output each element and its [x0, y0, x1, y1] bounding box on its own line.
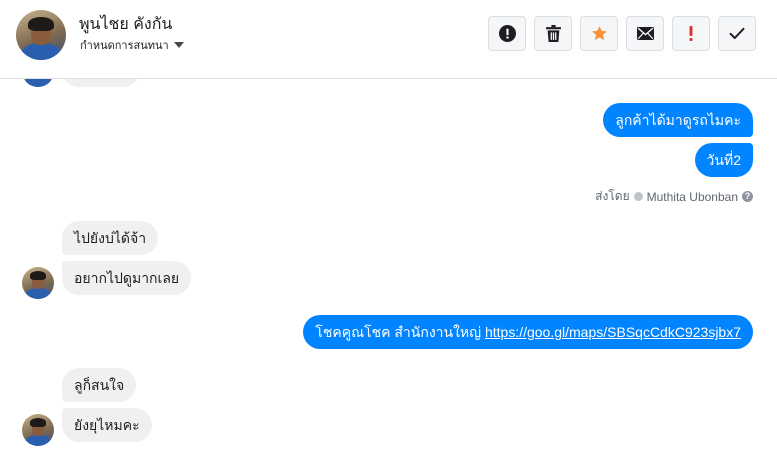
message-bubble-incoming[interactable]: อยากไปดูมากเลย — [62, 261, 192, 295]
message-bubble-incoming[interactable]: ยังยุไหมคะ — [62, 408, 152, 442]
message-text: อยากไปดูมากเลย — [74, 270, 180, 286]
assign-label: กำหนดการสนทนา — [80, 40, 169, 52]
mark-done-button[interactable] — [718, 16, 756, 51]
delete-button[interactable] — [534, 16, 572, 51]
message-text: ลูกค้าได้มาดูรถไมคะ — [615, 112, 741, 128]
message-text: โชคคูณโชค สำนักงานใหญ่ — [315, 324, 485, 340]
trash-icon — [545, 25, 561, 42]
sent-by-prefix: ส่งโดย — [595, 189, 630, 203]
star-icon — [591, 26, 607, 41]
exclamation-icon — [689, 26, 693, 41]
exclamation-circle-icon — [498, 25, 516, 42]
contact-avatar[interactable] — [16, 10, 66, 60]
message-bubble-incoming[interactable]: ลูก็สนใจ — [62, 368, 137, 402]
contact-avatar-small — [22, 414, 54, 446]
message-bubble-outgoing[interactable]: ลูกค้าได้มาดูรถไมคะ — [603, 103, 753, 137]
message-text: ไปยังบ่ได้จ้า — [74, 230, 147, 246]
envelope-icon — [636, 27, 654, 40]
message-text: ลูก็สนใจ — [74, 377, 125, 393]
message-text: วันที่2 — [706, 152, 741, 168]
checkmark-icon — [729, 27, 745, 39]
sent-by-label: ส่งโดย Muthita Ubonban ? — [595, 187, 753, 206]
sender-name[interactable]: Muthita Ubonban — [647, 190, 738, 204]
contact-avatar-small — [22, 267, 54, 299]
mark-unread-button[interactable] — [626, 16, 664, 51]
message-bubble-incoming[interactable]: ไปยังบ่ได้จ้า — [62, 221, 159, 255]
help-icon[interactable]: ? — [742, 191, 753, 202]
spam-button[interactable] — [488, 16, 526, 51]
message-bubble-outgoing-link[interactable]: โชคคูณโชค สำนักงานใหญ่ https://goo.gl/ma… — [303, 315, 753, 349]
contact-name[interactable]: พูนไชย คังกัน — [79, 12, 172, 37]
admin-dot-icon — [633, 192, 643, 201]
message-bubble-outgoing[interactable]: วันที่2 — [694, 143, 753, 177]
message-thread[interactable]: ลูกค้าได้มาดูรถไมคะ วันที่2 ส่งโดย Muthi… — [0, 53, 777, 458]
conversation-toolbar — [488, 16, 756, 51]
message-text: ยังยุไหมคะ — [74, 417, 140, 433]
caret-down-icon — [173, 42, 184, 48]
follow-up-button[interactable] — [672, 16, 710, 51]
map-link[interactable]: https://goo.gl/maps/SBSqcCdkC923sjbx7 — [485, 324, 741, 340]
conversation-header: พูนไชย คังกัน กำหนดการสนทนา — [0, 0, 777, 79]
star-button[interactable] — [580, 16, 618, 51]
assign-conversation-dropdown[interactable]: กำหนดการสนทนา — [80, 36, 184, 54]
